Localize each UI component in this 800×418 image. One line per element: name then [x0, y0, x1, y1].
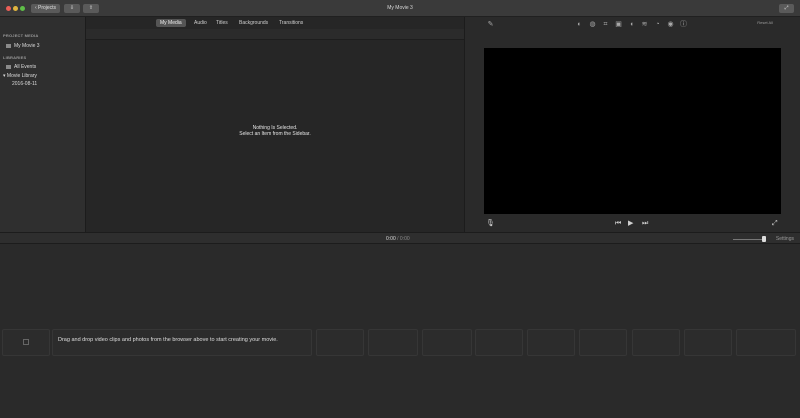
sidebar-item-project[interactable]: My Movie 3: [6, 43, 40, 49]
timeline-slot: [684, 329, 732, 356]
speed-icon[interactable]: ◔: [654, 21, 661, 28]
fullscreen-icon: ⤢: [784, 5, 789, 11]
fullscreen-button[interactable]: ⤢: [779, 4, 794, 13]
clip-filter-icon[interactable]: ◉: [667, 21, 674, 28]
timeline-slot: [579, 329, 627, 356]
tab-transitions[interactable]: Transitions: [275, 19, 307, 27]
timeline-drop-hint: Drag and drop video clips and photos fro…: [58, 337, 278, 343]
reset-all-button[interactable]: Reset All: [757, 20, 773, 25]
noise-reduction-icon[interactable]: ≋: [641, 21, 648, 28]
crop-icon[interactable]: ⌗: [602, 21, 609, 28]
magic-wand-icon[interactable]: ✎: [487, 21, 494, 28]
tab-my-media[interactable]: My Media: [156, 19, 186, 27]
zoom-slider-knob[interactable]: [762, 236, 766, 242]
current-time: 0:00: [386, 236, 396, 242]
film-icon: [6, 43, 11, 48]
info-icon[interactable]: ⓘ: [680, 21, 687, 28]
sidebar-item-movie-library[interactable]: ▾ Movie Library: [3, 73, 37, 79]
sidebar-item-label: My Movie 3: [14, 43, 40, 49]
timeline-header: 0:00 / 0:00 Settings: [0, 232, 800, 244]
browser-tabs: My Media Audio Titles Backgrounds Transi…: [86, 17, 464, 29]
timeline-slot: [422, 329, 472, 356]
timeline-slot: [632, 329, 680, 356]
timeline-slot: [316, 329, 364, 356]
tab-backgrounds[interactable]: Backgrounds: [235, 19, 272, 27]
play-icon[interactable]: ▶: [628, 220, 633, 228]
microphone-icon[interactable]: 🎙: [486, 220, 495, 228]
timeline-slot: [736, 329, 796, 356]
libraries-header: LIBRARIES: [3, 55, 27, 60]
star-icon: [6, 64, 11, 69]
tab-titles[interactable]: Titles: [212, 19, 232, 27]
window-title: My Movie 3: [387, 5, 413, 11]
sidebar-item-label: All Events: [14, 64, 37, 70]
timeline-slot: [368, 329, 418, 356]
skip-forward-icon[interactable]: ⏭: [642, 220, 648, 228]
filmstrip-icon: [23, 339, 29, 345]
timecode: 0:00 / 0:00: [386, 236, 410, 242]
empty-state-hint: Select an Item from the Sidebar.: [239, 131, 311, 137]
total-time: 0:00: [399, 236, 410, 242]
stabilization-icon[interactable]: ▣: [615, 21, 622, 28]
title-bar: ‹ Projects ⇩ ⇧ My Movie 3 ⤢: [0, 0, 800, 17]
settings-button[interactable]: Settings: [776, 236, 794, 242]
skip-back-icon[interactable]: ⏮: [615, 220, 621, 228]
viewer: ✎ ◐ ◍ ⌗ ▣ ◖ ≋ ◔ ◉ ⓘ Reset All 🎙 ⏮ ▶ ⏭ ⤢: [464, 17, 800, 232]
timeline[interactable]: Drag and drop video clips and photos fro…: [0, 244, 800, 418]
disclosure-triangle-icon[interactable]: ▾: [3, 73, 6, 79]
sidebar: PROJECT MEDIA My Movie 3 LIBRARIES All E…: [0, 17, 86, 232]
video-preview: [484, 48, 781, 214]
color-correction-icon[interactable]: ◍: [589, 21, 596, 28]
expand-icon[interactable]: ⤢: [772, 220, 778, 228]
time-separator: /: [397, 236, 399, 242]
sidebar-item-all-events[interactable]: All Events: [6, 64, 36, 70]
sidebar-item-label: Movie Library: [6, 73, 37, 79]
browser-toolbar: [86, 29, 464, 40]
tab-audio[interactable]: Audio: [190, 19, 211, 27]
color-balance-icon[interactable]: ◐: [576, 21, 583, 28]
project-media-header: PROJECT MEDIA: [3, 33, 39, 38]
timeline-slot: [475, 329, 523, 356]
sidebar-item-event[interactable]: 2016-08-11: [12, 81, 37, 87]
volume-icon[interactable]: ◖: [628, 21, 635, 28]
timeline-slot: [527, 329, 575, 356]
media-browser: My Media Audio Titles Backgrounds Transi…: [86, 17, 464, 232]
